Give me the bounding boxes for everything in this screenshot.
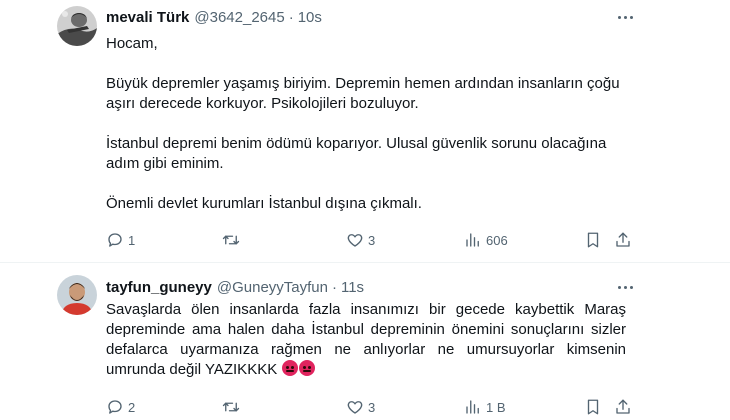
- reply-count: 1: [128, 232, 136, 248]
- tweet-paragraph: Önemli devlet kurumları İstanbul dışına …: [106, 195, 422, 212]
- reply-icon: [108, 233, 122, 247]
- retweet-icon: [222, 402, 240, 412]
- reply-count: 2: [128, 399, 136, 415]
- views-count: 606: [486, 232, 508, 248]
- tweet-paragraph: İstanbul depremi benim ödümü koparıyor. …: [106, 135, 607, 172]
- heart-icon: [347, 401, 363, 414]
- tweet-paragraph: Hocam,: [106, 35, 158, 52]
- more-dots-icon[interactable]: [610, 5, 640, 29]
- user-handle[interactable]: @GuneyyTayfun: [217, 279, 328, 296]
- tweet-header: mevali Türk @3642_2645 · 10s: [106, 7, 322, 27]
- angry-face-emoji: [282, 360, 299, 376]
- tweet-actions: 1 3 606: [106, 229, 632, 251]
- avatar[interactable]: [57, 275, 97, 315]
- share-button[interactable]: [614, 229, 632, 251]
- tweet-paragraph: Büyük depremler yaşamış biriyim. Depremi…: [106, 75, 620, 112]
- share-icon: [616, 399, 630, 414]
- views-chart-icon: [466, 233, 479, 247]
- tweet-header: tayfun_guneyy @GuneyyTayfun · 11s: [106, 277, 364, 297]
- tweet-text: Savaşlarda ölen insanlarda fazla insanım…: [106, 300, 626, 380]
- reply-button[interactable]: 1: [106, 229, 135, 251]
- display-name[interactable]: mevali Türk: [106, 9, 189, 26]
- tweet-paragraph: Savaşlarda ölen insanlarda fazla insanım…: [106, 301, 626, 378]
- separator-dot: ·: [331, 278, 337, 296]
- retweet-icon: [222, 235, 240, 245]
- tweet[interactable]: tayfun_guneyy @GuneyyTayfun · 11s Savaşl…: [0, 263, 730, 420]
- avatar-image: [57, 6, 97, 46]
- timestamp[interactable]: 11s: [341, 279, 364, 296]
- timestamp[interactable]: 10s: [298, 9, 322, 26]
- user-handle[interactable]: @3642_2645: [194, 9, 284, 26]
- tweet-text: Hocam, Büyük depremler yaşamış biriyim. …: [106, 34, 626, 214]
- like-count: 3: [368, 399, 376, 415]
- avatar-image: [57, 275, 97, 315]
- avatar[interactable]: [57, 6, 97, 46]
- like-count: 3: [368, 232, 376, 248]
- retweet-button[interactable]: [222, 229, 244, 251]
- tweet-actions: 2 3 1 B: [106, 396, 632, 418]
- share-button[interactable]: [614, 396, 632, 418]
- bookmark-button[interactable]: [584, 396, 602, 418]
- like-button[interactable]: 3: [346, 396, 375, 418]
- heart-icon: [347, 234, 363, 247]
- separator-dot: ·: [288, 8, 294, 26]
- angry-face-emoji: [299, 360, 316, 376]
- bookmark-icon: [587, 399, 599, 415]
- like-button[interactable]: 3: [346, 229, 375, 251]
- bookmark-button[interactable]: [584, 229, 602, 251]
- more-dots-icon[interactable]: [610, 275, 640, 299]
- reply-icon: [108, 400, 122, 414]
- views-count: 1 B: [486, 399, 506, 415]
- display-name[interactable]: tayfun_guneyy: [106, 279, 212, 296]
- tweet[interactable]: mevali Türk @3642_2645 · 10s Hocam, Büyü…: [0, 0, 730, 262]
- retweet-button[interactable]: [222, 396, 244, 418]
- views-button[interactable]: 606: [464, 229, 508, 251]
- bookmark-icon: [587, 232, 599, 248]
- views-chart-icon: [466, 400, 479, 414]
- share-icon: [616, 232, 630, 247]
- reply-button[interactable]: 2: [106, 396, 135, 418]
- views-button[interactable]: 1 B: [464, 396, 506, 418]
